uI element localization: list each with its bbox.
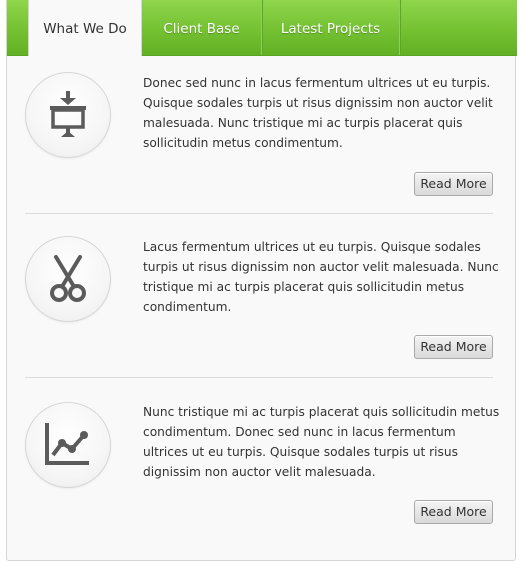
tab-latest-projects[interactable]: Latest Projects xyxy=(262,0,400,55)
service-description: Nunc tristique mi ac turpis placerat qui… xyxy=(143,405,500,479)
read-more-button[interactable]: Read More xyxy=(414,500,493,524)
service-description: Donec sed nunc in lacus fermentum ultric… xyxy=(143,76,493,150)
tabbed-widget: What We Do Client Base Latest Projects D… xyxy=(6,0,517,561)
read-more-button[interactable]: Read More xyxy=(414,335,493,359)
scissors-icon xyxy=(25,236,111,322)
divider xyxy=(25,377,493,378)
service-item: Lacus fermentum ultrices ut eu turpis. Q… xyxy=(25,236,499,366)
tab-bar: What We Do Client Base Latest Projects xyxy=(7,0,517,56)
service-description: Lacus fermentum ultrices ut eu turpis. Q… xyxy=(143,240,499,314)
service-item: Nunc tristique mi ac turpis placerat qui… xyxy=(25,402,499,532)
presentation-icon xyxy=(25,72,111,158)
line-chart-icon xyxy=(25,402,111,488)
tab-what-we-do[interactable]: What We Do xyxy=(28,0,142,56)
service-item: Donec sed nunc in lacus fermentum ultric… xyxy=(25,72,493,212)
read-more-button[interactable]: Read More xyxy=(414,172,493,196)
divider xyxy=(25,213,493,214)
tab-client-base[interactable]: Client Base xyxy=(142,0,262,55)
